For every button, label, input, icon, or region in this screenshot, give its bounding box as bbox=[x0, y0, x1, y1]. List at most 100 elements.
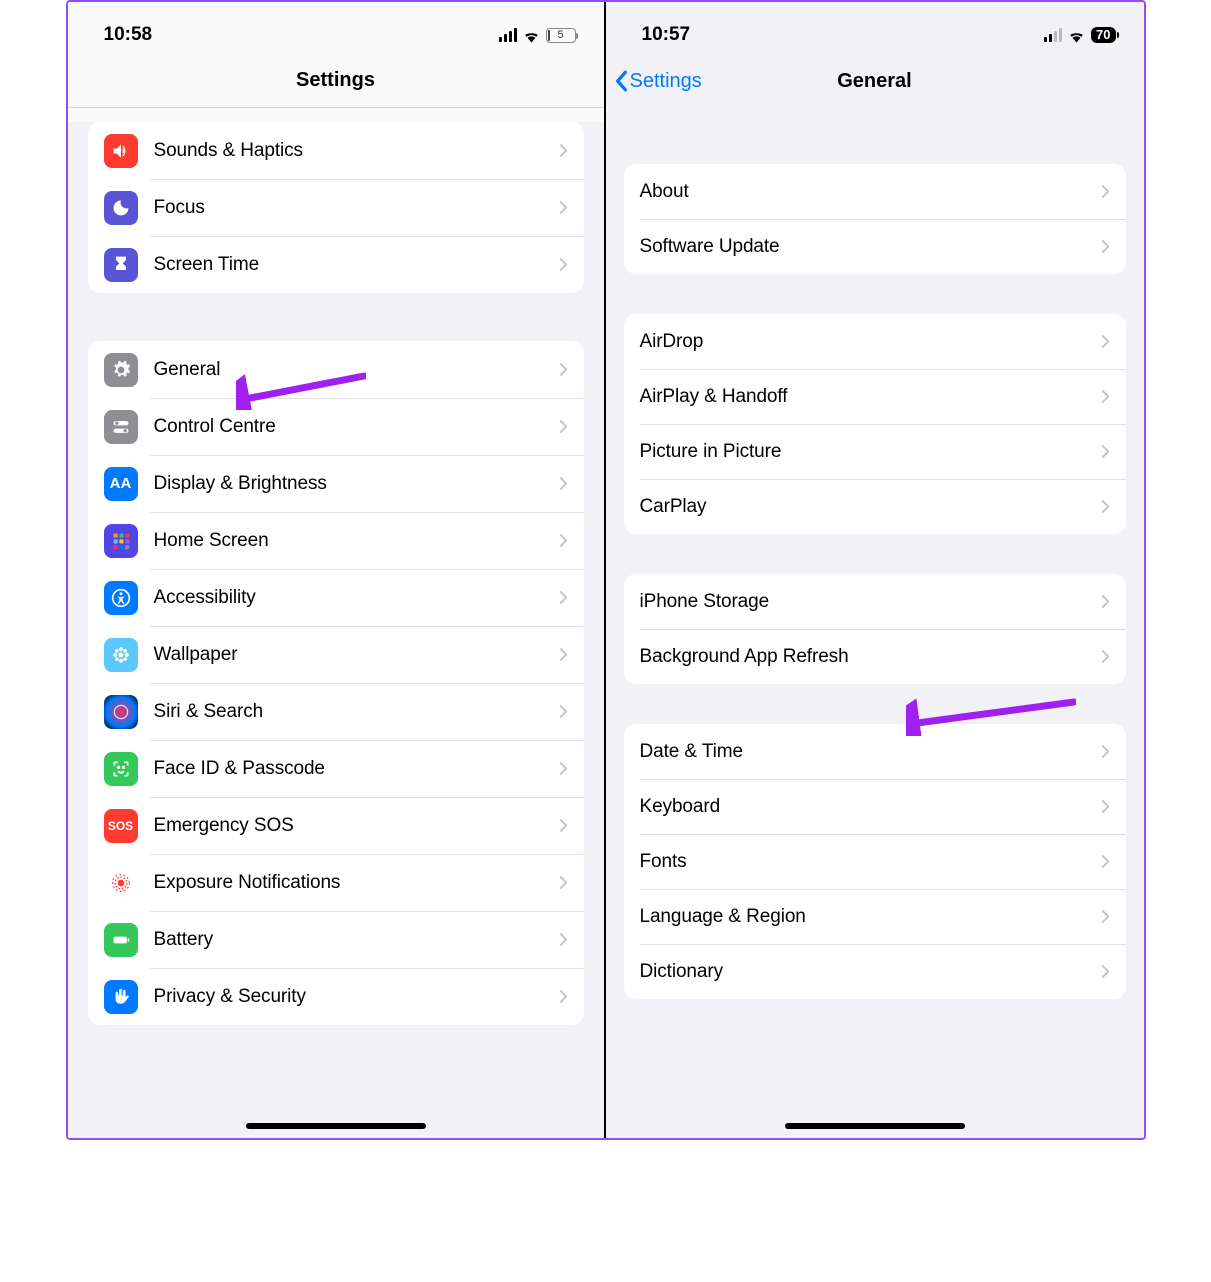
row-language[interactable]: Language & Region bbox=[624, 889, 1126, 944]
battery-level: 5 bbox=[547, 29, 575, 41]
row-homescreen[interactable]: Home Screen bbox=[88, 512, 584, 569]
row-fonts[interactable]: Fonts bbox=[624, 834, 1126, 889]
row-battery[interactable]: Battery bbox=[88, 911, 584, 968]
row-carplay[interactable]: CarPlay bbox=[624, 479, 1126, 534]
chevron-right-icon bbox=[559, 590, 568, 605]
home-indicator bbox=[246, 1123, 426, 1129]
row-faceid[interactable]: Face ID & Passcode bbox=[88, 740, 584, 797]
row-label: CarPlay bbox=[640, 496, 1101, 518]
chevron-right-icon bbox=[1101, 444, 1110, 459]
chevron-right-icon bbox=[1101, 649, 1110, 664]
apps-icon bbox=[104, 524, 138, 558]
row-siri[interactable]: Siri & Search bbox=[88, 683, 584, 740]
row-focus[interactable]: Focus bbox=[88, 179, 584, 236]
row-label: Home Screen bbox=[154, 530, 559, 552]
battery-icon: 5 bbox=[546, 28, 576, 43]
battery-icon: 70 bbox=[1091, 27, 1115, 43]
chevron-right-icon bbox=[1101, 594, 1110, 609]
chevron-right-icon bbox=[559, 818, 568, 833]
row-sounds[interactable]: Sounds & Haptics bbox=[88, 122, 584, 179]
chevron-right-icon bbox=[1101, 744, 1110, 759]
chevron-right-icon bbox=[1101, 499, 1110, 514]
row-label: About bbox=[640, 181, 1101, 203]
chevron-right-icon bbox=[1101, 334, 1110, 349]
chevron-right-icon bbox=[559, 143, 568, 158]
row-label: Emergency SOS bbox=[154, 815, 559, 837]
row-label: Privacy & Security bbox=[154, 986, 559, 1008]
wifi-icon bbox=[1067, 28, 1086, 43]
row-exposure[interactable]: Exposure Notifications bbox=[88, 854, 584, 911]
row-dict[interactable]: Dictionary bbox=[624, 944, 1126, 999]
chevron-right-icon bbox=[559, 875, 568, 890]
row-screentime[interactable]: Screen Time bbox=[88, 236, 584, 293]
row-label: Sounds & Haptics bbox=[154, 140, 559, 162]
chevron-right-icon bbox=[1101, 239, 1110, 254]
row-display[interactable]: AA Display & Brightness bbox=[88, 455, 584, 512]
row-accessibility[interactable]: Accessibility bbox=[88, 569, 584, 626]
row-label: Background App Refresh bbox=[640, 646, 1101, 668]
page-title: Settings bbox=[296, 69, 375, 92]
chevron-right-icon bbox=[559, 761, 568, 776]
nav-bar: Settings General bbox=[606, 54, 1144, 108]
row-label: Siri & Search bbox=[154, 701, 559, 723]
row-label: Fonts bbox=[640, 851, 1101, 873]
chevron-right-icon bbox=[559, 932, 568, 947]
siri-icon bbox=[104, 695, 138, 729]
chevron-right-icon bbox=[559, 476, 568, 491]
row-general[interactable]: General bbox=[88, 341, 584, 398]
row-airplay[interactable]: AirPlay & Handoff bbox=[624, 369, 1126, 424]
cellular-signal-icon bbox=[1044, 28, 1062, 42]
access-icon bbox=[104, 581, 138, 615]
status-bar: 10:58 5 bbox=[68, 2, 604, 54]
gear-icon bbox=[104, 353, 138, 387]
row-privacy[interactable]: Privacy & Security bbox=[88, 968, 584, 1025]
speaker-icon bbox=[104, 134, 138, 168]
back-label: Settings bbox=[630, 70, 702, 93]
settings-screen: 10:58 5 Settings Sounds & Haptics Focus bbox=[68, 2, 606, 1138]
row-airdrop[interactable]: AirDrop bbox=[624, 314, 1126, 369]
status-time: 10:58 bbox=[104, 24, 153, 46]
row-label: Control Centre bbox=[154, 416, 559, 438]
row-label: AirPlay & Handoff bbox=[640, 386, 1101, 408]
back-button[interactable]: Settings bbox=[614, 54, 702, 108]
chevron-right-icon bbox=[1101, 964, 1110, 979]
row-label: Keyboard bbox=[640, 796, 1101, 818]
settings-group: General Control Centre AA Display & Brig… bbox=[88, 341, 584, 1025]
chevron-right-icon bbox=[1101, 909, 1110, 924]
status-bar: 10:57 70 bbox=[606, 2, 1144, 54]
row-wallpaper[interactable]: Wallpaper bbox=[88, 626, 584, 683]
row-label: AirDrop bbox=[640, 331, 1101, 353]
row-pip[interactable]: Picture in Picture bbox=[624, 424, 1126, 479]
chevron-right-icon bbox=[559, 200, 568, 215]
row-controlcentre[interactable]: Control Centre bbox=[88, 398, 584, 455]
row-sos[interactable]: SOS Emergency SOS bbox=[88, 797, 584, 854]
chevron-right-icon bbox=[1101, 389, 1110, 404]
moon-icon bbox=[104, 191, 138, 225]
row-label: iPhone Storage bbox=[640, 591, 1101, 613]
row-storage[interactable]: iPhone Storage bbox=[624, 574, 1126, 629]
chevron-right-icon bbox=[1101, 799, 1110, 814]
settings-group: About Software Update bbox=[624, 164, 1126, 274]
row-datetime[interactable]: Date & Time bbox=[624, 724, 1126, 779]
row-refresh[interactable]: Background App Refresh bbox=[624, 629, 1126, 684]
sos-icon: SOS bbox=[104, 809, 138, 843]
home-indicator bbox=[785, 1123, 965, 1129]
row-label: Display & Brightness bbox=[154, 473, 559, 495]
battery-level: 70 bbox=[1096, 27, 1110, 42]
general-screen: 10:57 70 Settings General About Softw bbox=[606, 2, 1144, 1138]
settings-group: AirDrop AirPlay & Handoff Picture in Pic… bbox=[624, 314, 1126, 534]
row-update[interactable]: Software Update bbox=[624, 219, 1126, 274]
row-label: Focus bbox=[154, 197, 559, 219]
row-keyboard[interactable]: Keyboard bbox=[624, 779, 1126, 834]
chevron-right-icon bbox=[559, 362, 568, 377]
row-about[interactable]: About bbox=[624, 164, 1126, 219]
hourglass-icon bbox=[104, 248, 138, 282]
cellular-signal-icon bbox=[499, 28, 517, 42]
chevron-right-icon bbox=[1101, 184, 1110, 199]
chevron-right-icon bbox=[559, 704, 568, 719]
row-label: Accessibility bbox=[154, 587, 559, 609]
chevron-right-icon bbox=[559, 989, 568, 1004]
row-label: Software Update bbox=[640, 236, 1101, 258]
battery-icon bbox=[104, 923, 138, 957]
chevron-right-icon bbox=[559, 419, 568, 434]
